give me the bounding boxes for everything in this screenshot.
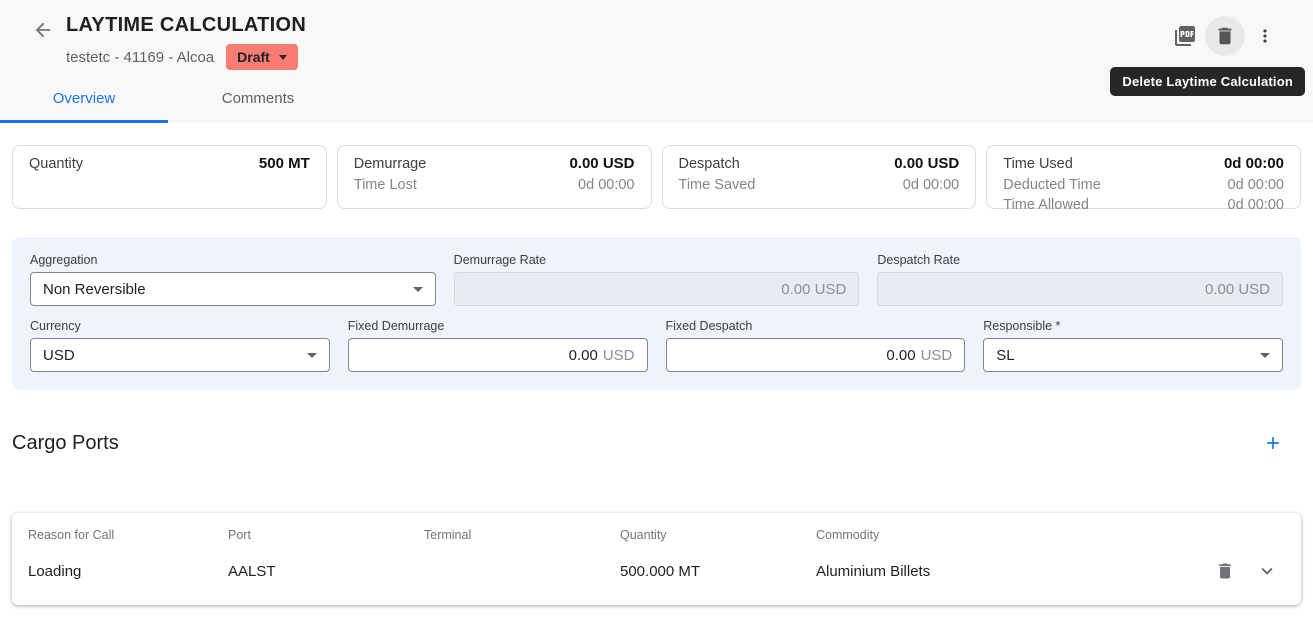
delete-cargo-port-button[interactable] xyxy=(1207,553,1243,589)
col-header-port: Port xyxy=(228,528,424,542)
demurrage-rate-value: 0.00 USD xyxy=(781,281,846,298)
responsible-label: Responsible * xyxy=(983,319,1283,333)
responsible-select[interactable]: SL xyxy=(983,338,1283,372)
cargo-ports-heading: Cargo Ports xyxy=(12,432,119,455)
chevron-down-icon xyxy=(279,55,287,60)
quantity-label: Quantity xyxy=(29,154,83,175)
fixed-despatch-input[interactable]: 0.00 USD xyxy=(666,338,966,372)
page-header: LAYTIME CALCULATION testetc - 41169 - Al… xyxy=(0,0,1313,123)
fixed-despatch-field: Fixed Despatch 0.00 USD xyxy=(666,319,966,372)
back-arrow-icon xyxy=(32,19,54,41)
kebab-menu-icon xyxy=(1255,26,1275,46)
status-badge-draft[interactable]: Draft xyxy=(226,44,298,70)
responsible-field: Responsible * SL xyxy=(983,319,1283,372)
trash-icon xyxy=(1215,561,1235,581)
aggregation-label: Aggregation xyxy=(30,253,436,267)
time-used-label: Time Used xyxy=(1003,154,1073,175)
fixed-despatch-value: 0.00 xyxy=(886,347,915,364)
calculation-settings-panel: Aggregation Non Reversible Demurrage Rat… xyxy=(12,237,1301,390)
fixed-demurrage-unit: USD xyxy=(603,347,635,364)
time-allowed-label: Time Allowed xyxy=(1003,195,1089,216)
cell-reason: Loading xyxy=(28,563,228,580)
despatch-value: 0.00 USD xyxy=(894,154,959,175)
chevron-down-icon xyxy=(1256,560,1278,582)
add-cargo-port-button[interactable] xyxy=(1253,423,1293,463)
time-allowed-value: 0d 00:00 xyxy=(1228,195,1284,216)
time-used-value: 0d 00:00 xyxy=(1224,154,1284,175)
demurrage-label: Demurrage xyxy=(354,154,427,175)
demurrage-rate-input: 0.00 USD xyxy=(454,272,860,306)
despatch-rate-label: Despatch Rate xyxy=(877,253,1283,267)
responsible-value: SL xyxy=(996,347,1014,364)
quantity-card: Quantity 500 MT xyxy=(12,145,327,209)
chevron-down-icon xyxy=(413,287,423,292)
despatch-rate-field: Despatch Rate 0.00 USD xyxy=(877,253,1283,306)
delete-button[interactable] xyxy=(1205,16,1245,56)
chevron-down-icon xyxy=(1260,353,1270,358)
cargo-port-row: Loading AALST 500.000 MT Aluminium Bille… xyxy=(28,551,1285,591)
fixed-demurrage-input[interactable]: 0.00 USD xyxy=(348,338,648,372)
currency-label: Currency xyxy=(30,319,330,333)
demurrage-card: Demurrage 0.00 USD Time Lost 0d 00:00 xyxy=(337,145,652,209)
aggregation-field: Aggregation Non Reversible xyxy=(30,253,436,306)
fixed-demurrage-label: Fixed Demurrage xyxy=(348,319,648,333)
delete-tooltip: Delete Laytime Calculation xyxy=(1110,67,1305,96)
time-saved-value: 0d 00:00 xyxy=(903,175,959,196)
status-badge-label: Draft xyxy=(237,49,270,65)
page-title: LAYTIME CALCULATION xyxy=(66,14,306,37)
deducted-time-value: 0d 00:00 xyxy=(1228,175,1284,196)
chevron-down-icon xyxy=(307,353,317,358)
fixed-demurrage-value: 0.00 xyxy=(569,347,598,364)
col-header-terminal: Terminal xyxy=(424,528,620,542)
time-saved-label: Time Saved xyxy=(679,175,756,196)
expand-cargo-port-button[interactable] xyxy=(1249,553,1285,589)
col-header-reason: Reason for Call xyxy=(28,528,228,542)
pdf-icon xyxy=(1173,24,1197,48)
aggregation-value: Non Reversible xyxy=(43,281,146,298)
quantity-value: 500 MT xyxy=(259,154,310,175)
time-used-card: Time Used0d 00:00 Deducted Time0d 00:00 … xyxy=(986,145,1301,209)
currency-value: USD xyxy=(43,347,75,364)
more-options-button[interactable] xyxy=(1245,16,1285,56)
demurrage-value: 0.00 USD xyxy=(569,154,634,175)
time-lost-label: Time Lost xyxy=(354,175,417,196)
demurrage-rate-field: Demurrage Rate 0.00 USD xyxy=(454,253,860,306)
cargo-ports-table: Reason for Call Port Terminal Quantity C… xyxy=(12,513,1301,605)
cell-quantity: 500.000 MT xyxy=(620,563,816,580)
plus-icon xyxy=(1263,433,1283,453)
fixed-despatch-unit: USD xyxy=(921,347,953,364)
despatch-rate-input: 0.00 USD xyxy=(877,272,1283,306)
time-lost-value: 0d 00:00 xyxy=(578,175,634,196)
despatch-rate-value: 0.00 USD xyxy=(1205,281,1270,298)
fixed-despatch-label: Fixed Despatch xyxy=(666,319,966,333)
demurrage-rate-label: Demurrage Rate xyxy=(454,253,860,267)
cargo-table-header: Reason for Call Port Terminal Quantity C… xyxy=(28,528,1285,542)
deducted-time-label: Deducted Time xyxy=(1003,175,1101,196)
despatch-card: Despatch 0.00 USD Time Saved 0d 00:00 xyxy=(662,145,977,209)
export-pdf-button[interactable] xyxy=(1165,16,1205,56)
fixed-demurrage-field: Fixed Demurrage 0.00 USD xyxy=(348,319,648,372)
currency-select[interactable]: USD xyxy=(30,338,330,372)
summary-cards: Quantity 500 MT Demurrage 0.00 USD Time Lo… xyxy=(12,145,1301,209)
cell-port: AALST xyxy=(228,563,424,580)
tab-overview[interactable]: Overview xyxy=(0,79,168,123)
trash-icon xyxy=(1214,25,1236,47)
col-header-quantity: Quantity xyxy=(620,528,816,542)
col-header-commodity: Commodity xyxy=(816,528,1285,542)
voyage-subtitle: testetc - 41169 - Alcoa xyxy=(66,49,214,66)
cell-commodity: Aluminium Billets xyxy=(816,563,1207,580)
currency-field: Currency USD xyxy=(30,319,330,372)
aggregation-select[interactable]: Non Reversible xyxy=(30,272,436,306)
back-button[interactable] xyxy=(30,17,56,43)
tab-comments[interactable]: Comments xyxy=(168,79,348,123)
despatch-label: Despatch xyxy=(679,154,740,175)
